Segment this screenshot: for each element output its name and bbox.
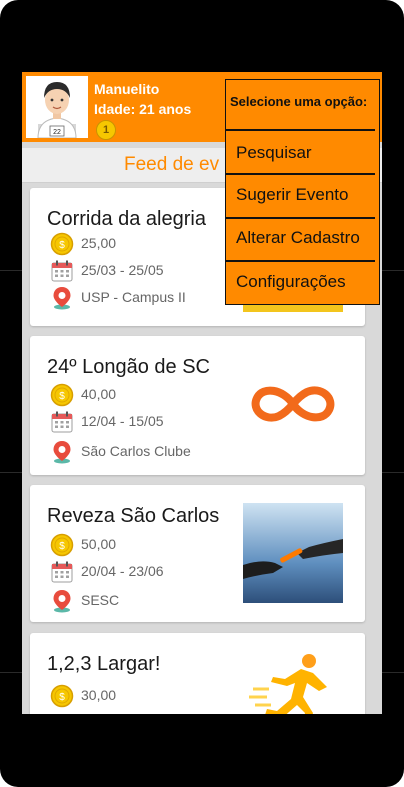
calendar-icon xyxy=(51,260,73,282)
event-title: 1,2,3 Largar! xyxy=(47,653,161,675)
event-image xyxy=(243,503,343,603)
menu-divider xyxy=(226,129,375,131)
infinity-logo-icon xyxy=(251,386,335,422)
menu-divider xyxy=(226,173,375,175)
location-pin-icon xyxy=(53,590,71,613)
svg-text:$: $ xyxy=(59,391,65,402)
event-image xyxy=(243,354,343,454)
location-pin-icon xyxy=(53,287,71,310)
event-price: 40,00 xyxy=(81,386,117,402)
coin-icon: $ xyxy=(50,232,74,256)
svg-text:$: $ xyxy=(59,240,65,251)
menu-header: Selecione uma opção: xyxy=(230,94,368,109)
frame-divider xyxy=(0,472,22,473)
event-card[interactable]: 1,2,3 Largar! $ 30,00 xyxy=(30,633,365,714)
options-menu: Selecione uma opção: Pesquisar Sugerir E… xyxy=(225,79,380,305)
menu-item-search[interactable]: Pesquisar xyxy=(236,143,312,163)
event-image xyxy=(243,304,343,312)
frame-divider xyxy=(382,472,404,473)
event-location: SESC xyxy=(81,592,120,608)
event-title: Reveza São Carlos xyxy=(47,505,220,527)
event-card[interactable]: 24º Longão de SC $ 40,00 12/04 - 15/05 S… xyxy=(30,336,365,475)
coin-icon: $ xyxy=(50,383,74,407)
frame-divider xyxy=(382,672,404,673)
event-dates: 25/03 - 25/05 xyxy=(81,262,164,278)
user-age: Idade: 21 anos xyxy=(94,101,192,117)
frame-divider xyxy=(0,270,22,271)
sprinter-silhouette-icon xyxy=(243,649,343,714)
event-location: USP - Campus II xyxy=(81,289,186,305)
menu-item-edit-profile[interactable]: Alterar Cadastro xyxy=(236,228,360,248)
avatar[interactable]: 22 xyxy=(26,76,88,139)
event-card[interactable]: Reveza São Carlos $ 50,00 20/04 - 23/06 … xyxy=(30,485,365,622)
phone-frame: 22 Manuelito Idade: 21 anos 1 Feed de ev… xyxy=(0,0,404,787)
frame-divider xyxy=(382,270,404,271)
event-price: 50,00 xyxy=(81,536,117,552)
event-title: 24º Longão de SC xyxy=(47,356,210,378)
menu-item-settings[interactable]: Configurações xyxy=(236,272,346,292)
menu-divider xyxy=(226,260,375,262)
event-dates: 20/04 - 23/06 xyxy=(81,563,164,579)
event-location: São Carlos Clube xyxy=(81,443,191,459)
frame-divider xyxy=(0,672,22,673)
menu-divider xyxy=(226,217,375,219)
location-pin-icon xyxy=(53,441,71,464)
user-name: Manuelito xyxy=(94,81,160,97)
runner-avatar-icon: 22 xyxy=(37,82,77,139)
svg-text:$: $ xyxy=(59,541,65,552)
feed-title: Feed de ev xyxy=(124,154,220,175)
relay-baton-photo-icon xyxy=(243,503,343,603)
coin-icon: $ xyxy=(50,533,74,557)
calendar-icon xyxy=(51,561,73,583)
event-dates: 12/04 - 15/05 xyxy=(81,413,164,429)
level-badge: 1 xyxy=(96,120,116,140)
event-image xyxy=(243,649,343,714)
event-price: 30,00 xyxy=(81,687,117,703)
menu-item-suggest-event[interactable]: Sugerir Evento xyxy=(236,185,348,205)
calendar-icon xyxy=(51,411,73,433)
coin-icon: $ xyxy=(50,684,74,708)
event-image-fill xyxy=(243,304,343,312)
svg-text:$: $ xyxy=(59,692,65,703)
bib-number: 22 xyxy=(53,129,61,136)
event-price: 25,00 xyxy=(81,235,117,251)
event-title: Corrida da alegria xyxy=(47,208,206,230)
